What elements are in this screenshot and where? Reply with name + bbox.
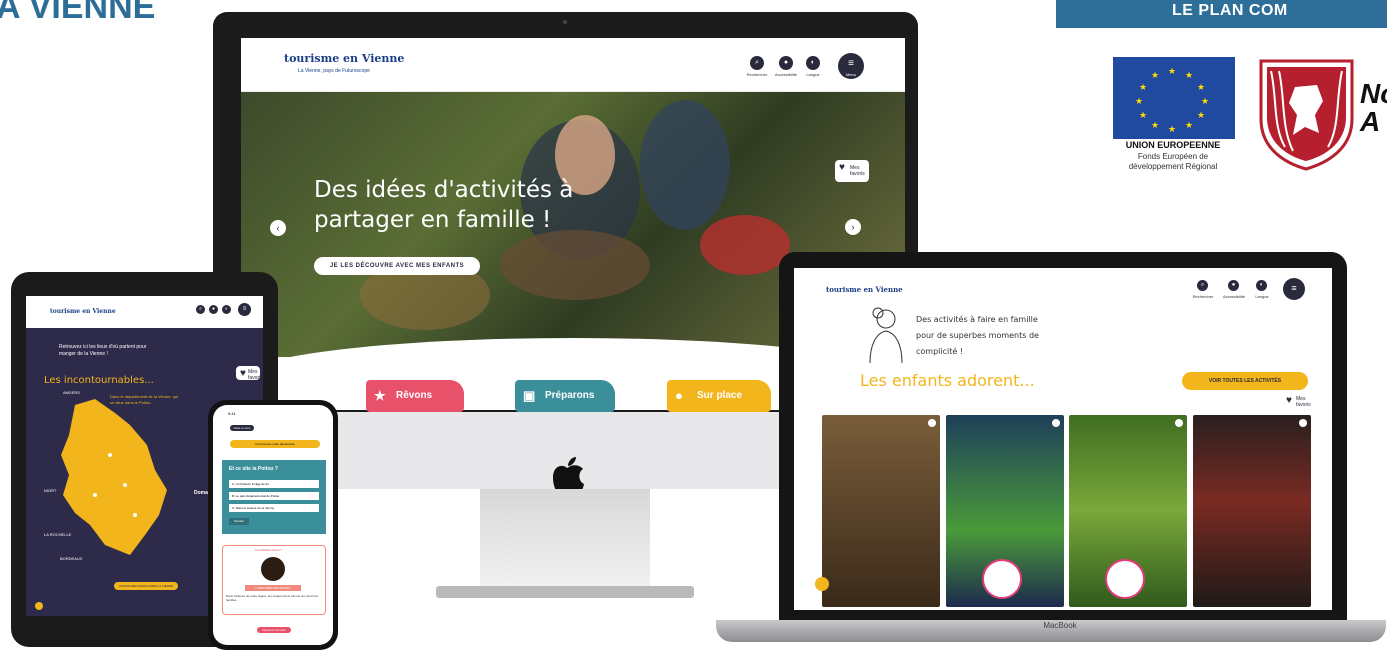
child-drawing-icon [869,307,903,364]
mb-accessibility-badge[interactable] [815,577,829,591]
imac-stand [480,489,650,589]
quiz-option[interactable]: A. Un Poitevin à l'âge de fer [229,480,319,488]
mb-search-label: Rechercher [1192,294,1214,299]
ipad-language-icon[interactable]: ◐ [222,305,231,314]
iphone-quiz-title: Et ce site la Poitou ? [229,466,278,472]
bookmark-icon [1299,419,1307,427]
iphone-story-banner: L'HISTOIRE DES FRUITS [245,585,301,591]
ipad-map-note: Dans le département de la Vienne, qui se… [110,394,178,405]
place-label: BORDEAUX [60,556,83,561]
photo-monkey [500,230,650,300]
mb-favorites-button[interactable]: Mes favoris [1282,393,1316,409]
iphone-top-pill[interactable]: Faire un don [230,425,254,431]
search-label: Rechercher [746,72,768,77]
mb-intro-text: Des activités à faire en famille pour de… [916,315,1039,356]
famille-badge-icon [1105,559,1145,599]
language-label: Langue [806,72,820,77]
category-sur-place[interactable]: ● Sur place [667,380,771,412]
iphone-story-image [261,557,285,581]
mb-site-logo[interactable]: tourisme en Vienne [826,285,903,294]
mb-see-all-button[interactable]: VOIR TOUTES LES ACTIVITÉS [1182,372,1308,390]
mb-search-icon[interactable]: ⌕ [1197,280,1208,291]
place-label: LA ROCHELLE [44,532,72,537]
eu-title: UNION EUROPEENNE [1125,140,1221,150]
ipad-intro-text: Retrouvez ici les lieux d'où partent pou… [59,344,147,357]
ipad-site-logo[interactable]: tourisme en Vienne [50,308,116,315]
iphone-story-text: Dans l'Histoire de notre région, les ver… [226,594,319,602]
imac-camera [563,20,567,24]
vienne-map [61,399,167,555]
category-revons[interactable]: ★ Rêvons [366,380,464,412]
hero-cta-button[interactable]: JE LES DÉCOUVRE AVEC MES ENFANTS [314,257,480,275]
thumb-card[interactable] [946,415,1064,607]
famille-badge-icon [982,559,1022,599]
mb-menu-button[interactable]: ≡ [1283,278,1305,300]
language-icon[interactable]: ◐ [806,56,820,70]
ipad-menu-button[interactable]: ≡ [238,303,251,316]
suitcase-icon: ▣ [523,388,536,403]
chevron-left-icon[interactable]: ‹ [270,220,286,236]
eu-subtitle: Fonds Européen de développement Régional [1128,152,1218,171]
photo-toddler [700,215,790,275]
photo-adult [640,100,730,230]
bookmark-icon [1052,419,1060,427]
thumb-card[interactable] [1069,415,1187,607]
region-name: No A [1360,78,1387,137]
bookmark-icon [1175,419,1183,427]
ipad-section-title: Les incontournables... [44,375,154,386]
mb-language-icon[interactable]: ◐ [1256,280,1267,291]
ipad-search-icon[interactable]: ⌕ [196,305,205,314]
iphone-time: 9:41 [228,411,236,416]
category-preparons[interactable]: ▣ Préparons [515,380,615,412]
favorites-button[interactable]: Mes favoris [835,160,869,182]
quiz-option[interactable]: B. Le parc départemental du Poitou [229,492,319,500]
mb-section-title: Les enfants adorent... [860,371,1035,390]
imac-logo-tagline: La Vienne, pays de Futuroscope [298,68,370,74]
location-pin-icon: ● [675,388,683,403]
ipad-accessibility-badge[interactable] [35,602,43,610]
menu-label: Menu [846,72,857,77]
ipad-accessibility-icon[interactable]: ● [209,305,218,314]
quiz-next-button[interactable]: Suivant [229,518,249,525]
accessibility-label: Accessibilité [774,72,797,77]
place-label: NIORT [44,488,57,493]
iphone-story-button[interactable]: Découvrir la suite [257,627,291,633]
thumb-card[interactable] [822,415,940,607]
eu-flag-logo: ★ ★ ★ ★ ★ ★ ★ ★ ★ ★ ★ ★ [1113,57,1235,139]
accessibility-icon[interactable]: ● [779,56,793,70]
page-heading: A VIENNE [0,0,156,26]
region-shield-logo [1259,59,1354,171]
imac-foot [436,586,694,598]
place-label: ANGERS [63,390,80,395]
macbook-label: MacBook [1043,621,1077,630]
iphone-story-label: LE SAVIEZ-VOUS ? [255,548,282,552]
ipad-bottom-button[interactable]: CONTINUER D'EXPLORER LA VIENNE [114,582,178,590]
ipad-favorites-button[interactable]: Mes favoris [236,366,263,381]
iphone-top-button[interactable]: Commencer votre découverte [230,440,320,448]
plan-banner: LE PLAN COM [1056,0,1387,28]
hero-title: Des idées d'activités à partager en fami… [314,177,574,233]
mb-accessibility-icon[interactable]: ● [1228,280,1239,291]
star-icon: ★ [374,388,386,403]
chevron-right-icon[interactable]: › [845,219,861,235]
mb-language-label: Langue [1255,294,1269,299]
bookmark-icon [928,419,936,427]
quiz-option[interactable]: C. Dans le secteur de la Vienne [229,504,319,512]
search-icon[interactable]: ⌕ [750,56,764,70]
imac-site-logo[interactable]: tourisme en Vienne [284,52,404,65]
thumb-card[interactable] [1193,415,1311,607]
